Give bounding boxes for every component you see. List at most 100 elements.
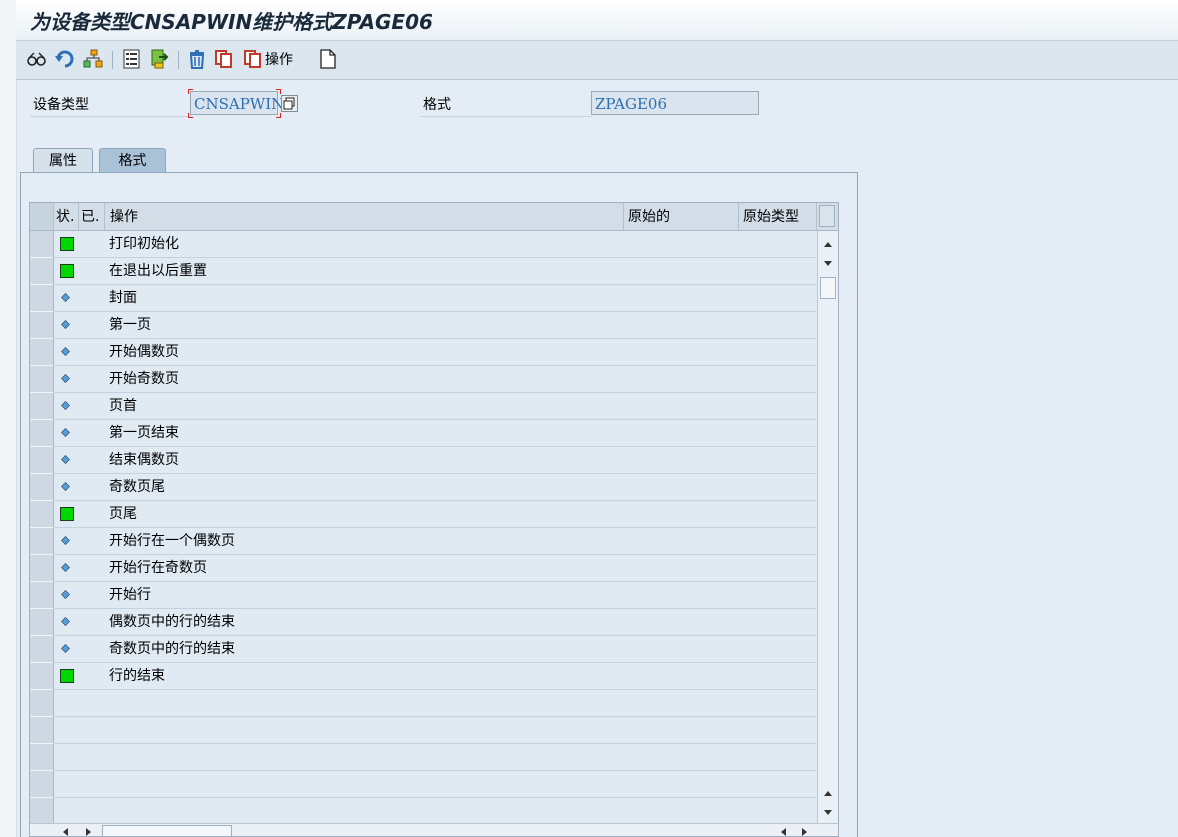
- table-row[interactable]: 开始行在奇数页: [54, 555, 816, 582]
- delete-icon[interactable]: [187, 49, 207, 69]
- operation-cell: 第一页: [109, 317, 151, 333]
- table-row[interactable]: [54, 690, 816, 717]
- scroll-right-icon[interactable]: [82, 826, 94, 837]
- scroll-page-up-icon[interactable]: [821, 786, 835, 800]
- toolbar-separator: [112, 51, 113, 69]
- row-selector[interactable]: [30, 447, 54, 474]
- row-selector[interactable]: [30, 555, 54, 582]
- table-row[interactable]: 开始奇数页: [54, 366, 816, 393]
- toolbar-separator: [178, 51, 179, 69]
- column-header-operation[interactable]: 操作: [105, 203, 624, 230]
- table-row[interactable]: [54, 744, 816, 771]
- operation-cell: 开始奇数页: [109, 371, 179, 387]
- row-selector[interactable]: [30, 231, 54, 258]
- tab-format[interactable]: 格式: [99, 148, 166, 172]
- row-selector[interactable]: [30, 636, 54, 663]
- status-diamond-icon: [61, 455, 70, 464]
- table-row[interactable]: 页首: [54, 393, 816, 420]
- row-selector[interactable]: [30, 771, 54, 798]
- value-help-button[interactable]: [281, 95, 298, 116]
- format-label: 格式: [423, 97, 451, 113]
- row-selector[interactable]: [30, 393, 54, 420]
- status-diamond-icon: [61, 347, 70, 356]
- table-row[interactable]: 结束偶数页: [54, 447, 816, 474]
- title-bar: 为设备类型CNSAPWIN维护格式ZPAGE06: [16, 0, 1178, 41]
- table-row[interactable]: 开始偶数页: [54, 339, 816, 366]
- table-row[interactable]: 奇数页尾: [54, 474, 816, 501]
- row-selector[interactable]: [30, 312, 54, 339]
- row-selector[interactable]: [30, 501, 54, 528]
- horizontal-scrollbar[interactable]: [30, 823, 838, 837]
- scroll-right-end-icon[interactable]: [798, 826, 810, 837]
- focus-corner: [276, 89, 281, 94]
- export-icon[interactable]: [150, 49, 170, 69]
- table-row[interactable]: 封面: [54, 285, 816, 312]
- scroll-up-icon[interactable]: [821, 237, 835, 251]
- status-diamond-icon: [61, 644, 70, 653]
- focus-corner: [188, 113, 193, 118]
- value-help-icon: [281, 95, 298, 112]
- table-row[interactable]: 开始行在一个偶数页: [54, 528, 816, 555]
- column-header-original-type[interactable]: 原始类型: [739, 203, 817, 230]
- table-row[interactable]: 行的结束: [54, 663, 816, 690]
- scroll-left-end-icon[interactable]: [778, 826, 790, 837]
- row-selector[interactable]: [30, 690, 54, 717]
- tab-attributes[interactable]: 属性: [33, 148, 93, 172]
- table-row[interactable]: 页尾: [54, 501, 816, 528]
- status-diamond-icon: [61, 590, 70, 599]
- scroll-left-icon[interactable]: [60, 826, 72, 837]
- row-selector[interactable]: [30, 528, 54, 555]
- device-type-label: 设备类型: [33, 97, 89, 113]
- row-selector[interactable]: [30, 609, 54, 636]
- row-selector[interactable]: [30, 366, 54, 393]
- row-selector[interactable]: [30, 339, 54, 366]
- column-header-original[interactable]: 原始的: [624, 203, 739, 230]
- select-all-cell[interactable]: [30, 203, 54, 230]
- row-selector[interactable]: [30, 663, 54, 690]
- row-selector[interactable]: [30, 474, 54, 501]
- copy-icon[interactable]: [214, 49, 234, 69]
- format-field: ZPAGE06: [591, 91, 759, 115]
- table-row[interactable]: 奇数页中的行的结束: [54, 636, 816, 663]
- scroll-down-icon[interactable]: [821, 256, 835, 270]
- row-selector[interactable]: [30, 582, 54, 609]
- column-header-done[interactable]: 已.: [79, 203, 105, 230]
- table-row[interactable]: 开始行: [54, 582, 816, 609]
- operation-cell: 开始偶数页: [109, 344, 179, 360]
- table-row[interactable]: 偶数页中的行的结束: [54, 609, 816, 636]
- hierarchy-icon[interactable]: [82, 49, 104, 69]
- operation-cell: 奇数页中的行的结束: [109, 641, 235, 657]
- row-selector[interactable]: [30, 420, 54, 447]
- new-document-icon[interactable]: [319, 49, 337, 69]
- table-row[interactable]: [54, 771, 816, 798]
- horizontal-scroll-thumb[interactable]: [102, 825, 232, 836]
- table-row[interactable]: 在退出以后重置: [54, 258, 816, 285]
- operation-cell: 打印初始化: [109, 236, 179, 252]
- list-icon[interactable]: [122, 49, 142, 69]
- tab-label: 格式: [118, 153, 147, 169]
- device-type-field[interactable]: CNSAPWIN: [190, 91, 284, 115]
- operation-cell: 页首: [109, 398, 137, 414]
- table-row[interactable]: 第一页: [54, 312, 816, 339]
- copy-operation-button[interactable]: 操作: [243, 49, 293, 69]
- vertical-scrollbar[interactable]: [817, 231, 838, 827]
- table-row[interactable]: [54, 717, 816, 744]
- scroll-thumb[interactable]: [820, 277, 836, 299]
- status-diamond-icon: [61, 482, 70, 491]
- row-selector[interactable]: [30, 717, 54, 744]
- table-row[interactable]: 第一页结束: [54, 420, 816, 447]
- row-selector[interactable]: [30, 798, 54, 825]
- status-diamond-icon: [61, 536, 70, 545]
- row-selector[interactable]: [30, 744, 54, 771]
- row-selector[interactable]: [30, 285, 54, 312]
- column-header-status[interactable]: 状.: [54, 203, 79, 230]
- status-green-icon: [60, 237, 74, 251]
- column-settings-button[interactable]: [817, 203, 838, 231]
- operation-cell: 偶数页中的行的结束: [109, 614, 235, 630]
- glasses-icon[interactable]: [26, 49, 48, 69]
- table-row[interactable]: 打印初始化: [54, 231, 816, 258]
- scroll-page-down-icon[interactable]: [821, 805, 835, 819]
- table-row[interactable]: [54, 798, 816, 825]
- row-selector[interactable]: [30, 258, 54, 285]
- undo-icon[interactable]: [54, 49, 76, 69]
